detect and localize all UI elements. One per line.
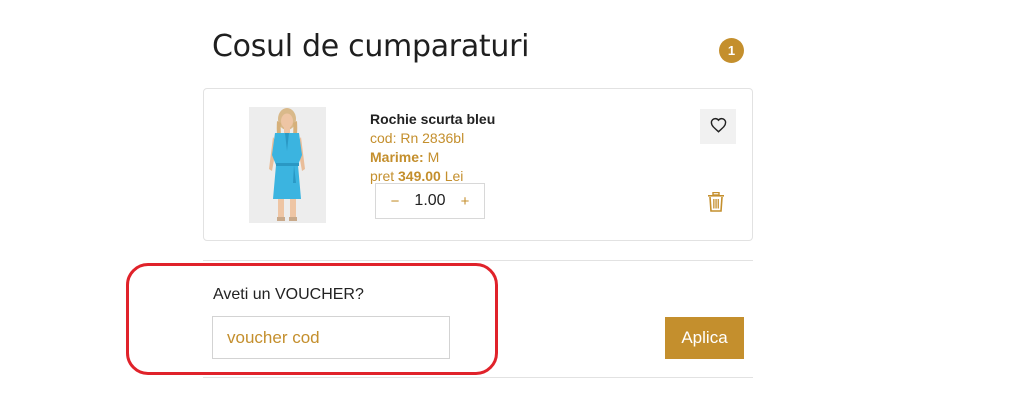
product-code-label: cod: [370, 130, 397, 146]
product-image[interactable] [249, 107, 326, 223]
remove-item-button[interactable] [707, 191, 725, 212]
quantity-increment-button[interactable]: + [458, 193, 472, 210]
heart-outline-icon [710, 117, 727, 137]
cart-count-badge: 1 [719, 38, 744, 63]
product-size-value: M [427, 149, 440, 165]
page-title: Cosul de cumparaturi [212, 29, 530, 64]
quantity-decrement-button[interactable]: − [388, 193, 402, 210]
product-price-label: pret [370, 168, 395, 184]
product-price-value: 349.00 [398, 168, 441, 184]
voucher-label: Aveti un VOUCHER? [213, 286, 364, 303]
product-name[interactable]: Rochie scurta bleu [370, 110, 495, 129]
apply-voucher-button[interactable]: Aplica [665, 317, 744, 359]
product-code: cod: Rn 2836bl [370, 129, 495, 148]
product-code-value: Rn 2836bl [400, 130, 465, 146]
section-divider [203, 377, 753, 378]
product-size: Marime: M [370, 148, 495, 167]
section-divider [203, 260, 753, 261]
trash-icon [707, 191, 725, 216]
product-details: Rochie scurta bleu cod: Rn 2836bl Marime… [370, 110, 495, 186]
quantity-stepper: − 1.00 + [375, 183, 485, 219]
product-size-label: Marime: [370, 149, 424, 165]
cart-item-card: Rochie scurta bleu cod: Rn 2836bl Marime… [203, 88, 753, 241]
quantity-value[interactable]: 1.00 [414, 192, 445, 210]
add-to-wishlist-button[interactable] [700, 109, 736, 144]
product-price-currency: Lei [444, 168, 464, 184]
voucher-input[interactable] [212, 316, 450, 359]
